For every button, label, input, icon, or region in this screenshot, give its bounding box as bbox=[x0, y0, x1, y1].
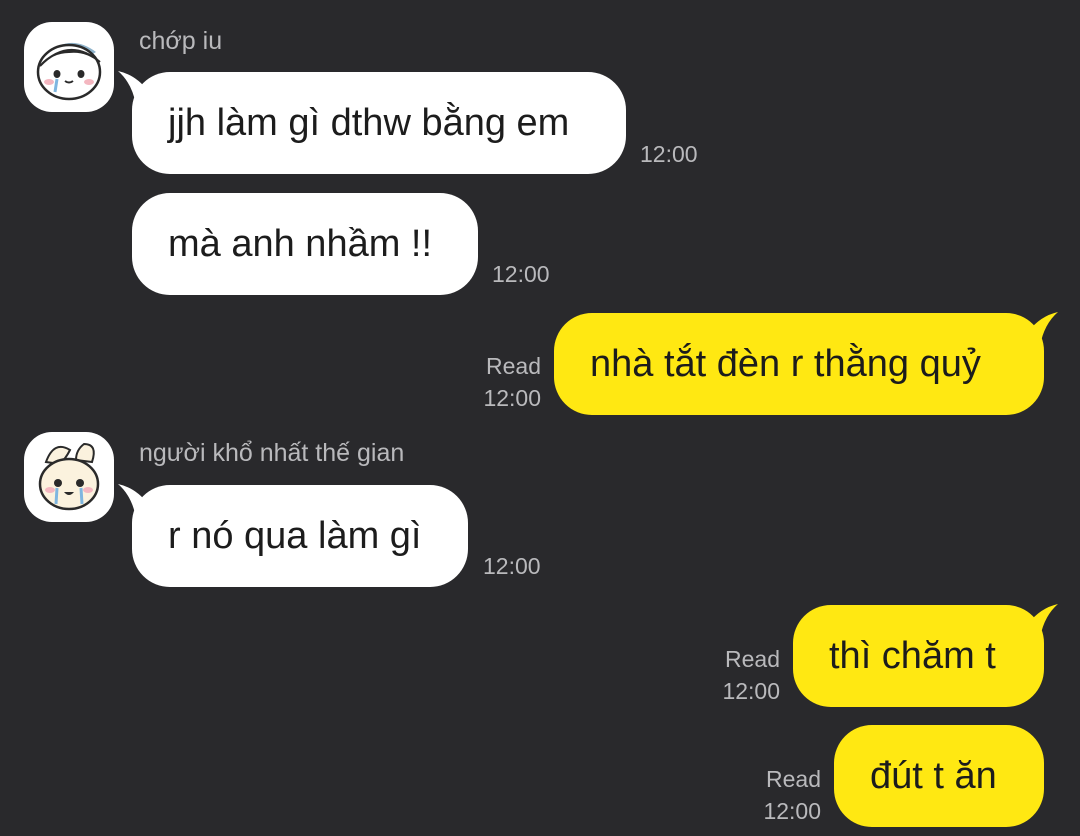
message-text: r nó qua làm gì bbox=[168, 515, 422, 557]
message-timestamp: 12:00 bbox=[492, 261, 550, 287]
bubble-tail bbox=[118, 71, 150, 105]
message-bubble-incoming[interactable]: jjh làm gì dthw bằng em bbox=[118, 71, 626, 174]
message-timestamp: 12:00 bbox=[640, 141, 698, 167]
sender-avatar[interactable] bbox=[24, 22, 114, 112]
crying-bunny-avatar-icon bbox=[38, 442, 100, 511]
sender-avatar[interactable] bbox=[24, 432, 114, 522]
message-text: đút t ăn bbox=[870, 755, 997, 797]
message-text: jjh làm gì dthw bằng em bbox=[168, 102, 570, 144]
message-timestamp: 12:00 bbox=[483, 385, 541, 411]
crying-chiikawa-avatar-icon bbox=[36, 42, 102, 101]
bubble-tail bbox=[1026, 604, 1058, 638]
message-timestamp: 12:00 bbox=[763, 798, 821, 824]
message-bubble-outgoing[interactable]: nhà tắt đèn r thằng quỷ bbox=[554, 312, 1058, 415]
read-status: Read bbox=[486, 353, 541, 379]
message-meta: Read 12:00 bbox=[483, 350, 541, 414]
bubble-tail bbox=[1026, 312, 1058, 346]
read-status: Read bbox=[725, 646, 780, 672]
sender-name: người khổ nhất thế gian bbox=[139, 439, 405, 467]
bubble-tail bbox=[118, 484, 150, 518]
message-bubble-outgoing[interactable]: thì chăm t bbox=[793, 604, 1058, 707]
message-timestamp: 12:00 bbox=[722, 678, 780, 704]
message-bubble-incoming[interactable]: r nó qua làm gì bbox=[118, 484, 468, 587]
message-text: thì chăm t bbox=[829, 635, 996, 677]
message-bubble-outgoing[interactable]: đút t ăn bbox=[834, 725, 1044, 827]
message-meta: Read 12:00 bbox=[763, 763, 821, 827]
message-timestamp: 12:00 bbox=[483, 553, 541, 579]
message-text: nhà tắt đèn r thằng quỷ bbox=[590, 343, 981, 385]
read-status: Read bbox=[766, 766, 821, 792]
message-bubble-incoming[interactable]: mà anh nhầm !! bbox=[132, 193, 478, 295]
sender-name: chớp iu bbox=[139, 27, 223, 55]
message-text: mà anh nhầm !! bbox=[168, 223, 433, 265]
message-meta: Read 12:00 bbox=[722, 643, 780, 707]
